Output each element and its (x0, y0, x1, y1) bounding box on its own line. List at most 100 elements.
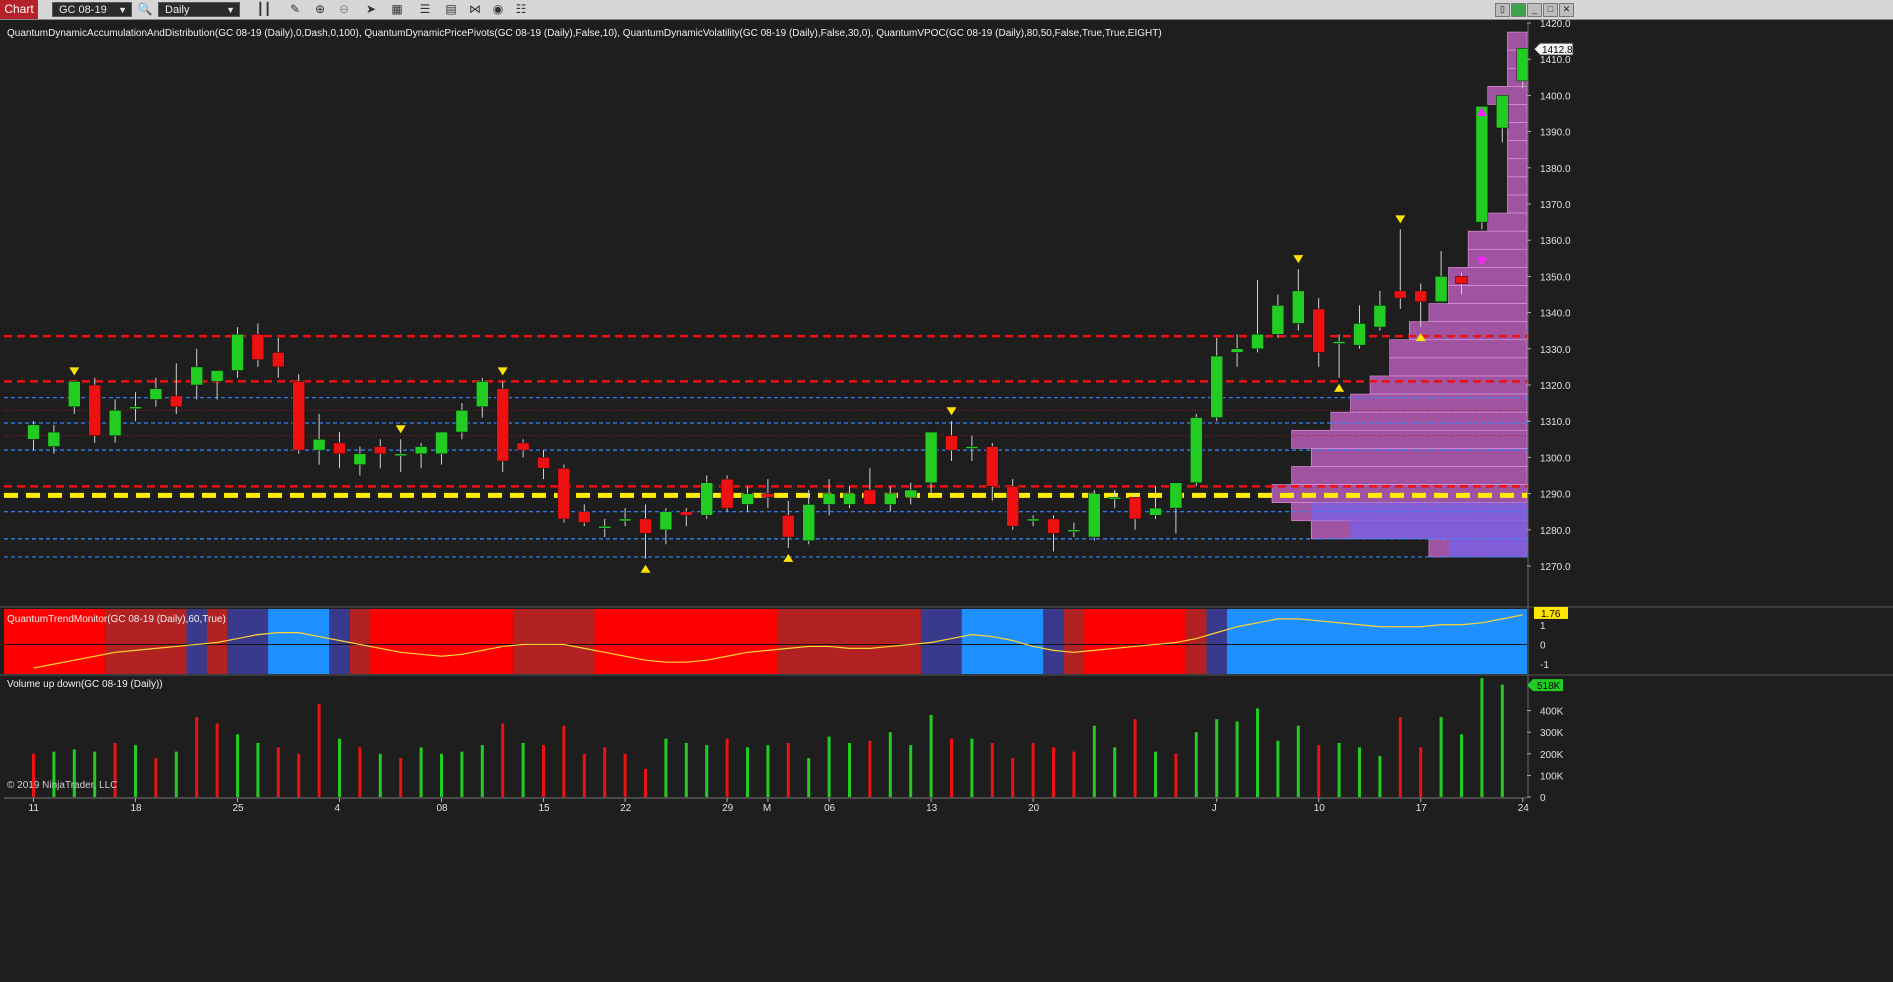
volume-bar (1092, 725, 1096, 797)
link-icon[interactable] (1511, 3, 1526, 17)
candle-body (720, 478, 734, 509)
price-tick-label: 1390.0 (1540, 128, 1571, 139)
candle-body (1312, 308, 1325, 353)
volume-bar (297, 753, 301, 797)
volume-bar (827, 736, 831, 797)
trend-segment (778, 609, 921, 674)
candle-body (516, 442, 530, 451)
candle-body (1394, 290, 1407, 299)
candle-body (1251, 334, 1264, 350)
candle-body (333, 442, 346, 455)
templates-icon[interactable]: ▤ (443, 2, 459, 17)
candle-body (1353, 323, 1366, 346)
candle-body (659, 511, 673, 531)
vpoc-profile-bar (1507, 140, 1528, 160)
volume-tick-label: 200K (1540, 750, 1564, 761)
volume-bar (1500, 684, 1504, 797)
volume-bar (542, 745, 545, 797)
volume-bar (215, 723, 219, 797)
chart-toolbar: Chart GC 08-19 ▼ 🔍 Daily ▼ ┃┃ ✎ ⊕ ⊖ ➤ ▦ ☰ … (0, 0, 1893, 20)
period-selector[interactable]: Daily ▼ (158, 2, 240, 17)
zoom-out-icon[interactable]: ⊖ (336, 2, 352, 17)
pointer-icon[interactable]: ➤ (363, 2, 379, 17)
volume-bar (1296, 725, 1300, 797)
candle-body (190, 366, 203, 386)
x-tick-label: 29 (722, 803, 734, 814)
vpoc-profile-bar (1369, 375, 1528, 395)
volume-bar (1439, 717, 1443, 797)
refresh-icon[interactable]: ◉ (490, 2, 506, 17)
x-tick-label: 08 (437, 803, 449, 814)
bar-type-icon[interactable]: ┃┃ (256, 2, 272, 17)
volume-bar (256, 742, 260, 797)
volume-bar (562, 725, 566, 797)
volume-bar (603, 747, 607, 797)
volume-bar (868, 740, 872, 797)
price-tick-label: 1280.0 (1540, 526, 1571, 537)
trend-segment (1206, 609, 1227, 674)
volume-bar (1154, 751, 1157, 797)
candle-body (1190, 417, 1203, 483)
properties-icon[interactable]: ☰ (417, 2, 433, 17)
volume-bar (419, 747, 423, 797)
price-tick-label: 1420.0 (1540, 20, 1571, 30)
volume-indicator-label: Volume up down(GC 08-19 (Daily)) (7, 679, 163, 690)
candle-body (924, 431, 938, 483)
volume-bar (1256, 708, 1259, 797)
vpoc-profile-bar (1507, 194, 1528, 214)
x-tick-label: 18 (131, 803, 143, 814)
chart-canvas[interactable]: 1270.01280.01290.01300.01310.01320.01330… (0, 20, 1893, 982)
instrument-selector[interactable]: GC 08-19 ▼ (52, 2, 132, 17)
candle-body (680, 511, 693, 516)
candle-body (1414, 290, 1427, 302)
price-tick-label: 1370.0 (1540, 200, 1571, 211)
strategies-icon[interactable]: ⋈ (467, 2, 483, 17)
tile-icon[interactable]: ▯ (1495, 3, 1510, 17)
volume-tick-label: 300K (1540, 728, 1564, 739)
trend-segment (349, 609, 371, 674)
candle-body (476, 381, 489, 407)
volume-bar (399, 758, 403, 797)
candle-body (27, 424, 40, 440)
volume-bar (582, 753, 586, 797)
trend-indicator-label: QuantumTrendMonitor(GC 08-19 (Daily),60,… (7, 614, 226, 625)
candle-body (1271, 305, 1285, 335)
volume-bar (276, 747, 280, 797)
x-tick-label: 11 (29, 803, 40, 814)
price-tick-label: 1270.0 (1540, 562, 1571, 573)
trend-segment (1226, 609, 1527, 674)
vpoc-value-area-bar (1350, 520, 1527, 539)
volume-bar (440, 753, 443, 797)
volume-bar (378, 753, 382, 797)
maximize-icon[interactable]: □ (1543, 3, 1558, 17)
zoom-in-icon[interactable]: ⊕ (312, 2, 328, 17)
list-icon[interactable]: ☷ (513, 2, 529, 17)
candle-body (945, 435, 958, 451)
candle-body (1067, 529, 1081, 533)
volume-bar (195, 717, 199, 797)
candle-body (251, 334, 265, 360)
volume-bar (1419, 747, 1423, 797)
volume-tick-label: 400K (1540, 707, 1564, 718)
volume-bar (501, 723, 505, 797)
x-tick-label: 22 (620, 803, 632, 814)
price-tick-label: 1330.0 (1540, 345, 1571, 356)
chevron-down-icon: ▼ (226, 5, 235, 15)
candle-body (455, 410, 469, 433)
volume-bar (1215, 719, 1219, 797)
volume-bar (460, 751, 464, 797)
pencil-icon[interactable]: ✎ (287, 2, 303, 17)
data-box-icon[interactable]: ▦ (389, 2, 405, 17)
volume-bar (338, 738, 341, 797)
minimize-icon[interactable]: _ (1527, 3, 1542, 17)
price-tick-label: 1410.0 (1540, 55, 1571, 66)
candle-body (965, 446, 979, 449)
vpoc-profile-bar (1428, 303, 1528, 322)
vpoc-profile-bar (1389, 357, 1528, 377)
trend-segment (1063, 609, 1085, 674)
search-icon[interactable]: 🔍 (137, 2, 153, 17)
volume-bar (664, 738, 668, 797)
x-tick-label: 10 (1314, 803, 1326, 814)
candle-body (47, 431, 61, 447)
close-icon[interactable]: ✕ (1559, 3, 1574, 17)
